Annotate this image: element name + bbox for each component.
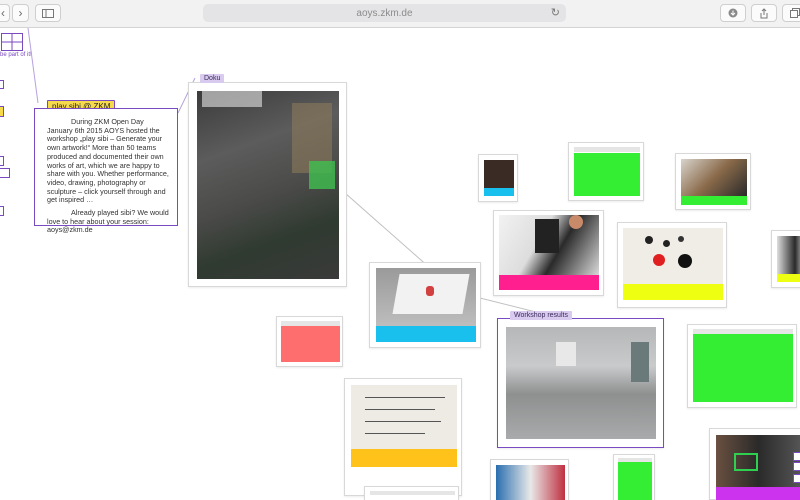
result-card[interactable] (568, 142, 644, 201)
sidebar-item[interactable] (0, 80, 4, 89)
sidebar-icon[interactable] (35, 4, 61, 22)
workshop-results-label: Workshop results (510, 311, 572, 320)
result-caption (574, 153, 640, 196)
sidebar-item[interactable] (0, 168, 10, 178)
result-card[interactable] (478, 154, 518, 202)
sidebar-item[interactable] (0, 156, 4, 166)
doku-card[interactable] (188, 82, 347, 287)
result-card[interactable] (675, 153, 751, 210)
tagline: be part of it! (0, 52, 32, 58)
result-caption (777, 274, 800, 282)
result-photo (376, 268, 476, 326)
result-card[interactable] (344, 378, 462, 496)
result-caption (716, 487, 800, 500)
forward-arrow-icon[interactable]: › (12, 4, 29, 22)
result-caption (376, 326, 476, 342)
sidebar-item[interactable] (0, 206, 4, 216)
edge-tag[interactable] (793, 462, 800, 471)
result-photo (623, 228, 723, 284)
download-icon[interactable] (720, 4, 746, 22)
result-card[interactable] (771, 230, 800, 288)
back-arrow-icon[interactable]: ‹ (0, 4, 10, 22)
result-caption (484, 188, 514, 196)
result-caption (499, 275, 599, 290)
result-caption (693, 334, 793, 402)
url-text: aoys.zkm.de (356, 7, 413, 19)
reload-icon[interactable]: ↻ (551, 6, 560, 19)
result-card[interactable] (687, 324, 797, 408)
doku-photo (197, 91, 339, 279)
result-caption (351, 449, 457, 467)
doku-label: Doku (200, 74, 225, 83)
result-photo (681, 159, 747, 196)
result-photo (496, 465, 565, 500)
address-bar[interactable]: aoys.zkm.de ↻ (203, 4, 566, 22)
result-card[interactable] (364, 486, 459, 500)
sidebar-item[interactable] (0, 106, 4, 117)
result-photo (499, 215, 599, 275)
result-photo (777, 236, 800, 274)
result-header (370, 491, 455, 495)
result-card[interactable] (369, 262, 481, 348)
result-caption (281, 326, 340, 362)
result-card[interactable] (709, 428, 800, 500)
browser-toolbar: ‹ › aoys.zkm.de ↻ (0, 0, 800, 28)
workshop-photo (506, 327, 656, 439)
result-card[interactable] (613, 454, 655, 500)
post-paragraph: Already played sibi? We would love to he… (47, 208, 169, 235)
tabs-icon[interactable] (782, 4, 800, 22)
result-photo (716, 435, 800, 487)
result-card[interactable] (493, 210, 604, 296)
result-photo (484, 160, 514, 188)
edge-tag[interactable] (793, 474, 800, 483)
workshop-results-card[interactable] (497, 318, 664, 448)
edge-tag[interactable] (793, 452, 800, 461)
board-canvas[interactable]: be part of it! play sibi @ ZKM During ZK… (0, 28, 800, 500)
result-caption (618, 462, 652, 500)
result-card[interactable] (276, 316, 343, 367)
post-textbox: During ZKM Open Day January 6th 2015 AOY… (34, 108, 178, 234)
result-caption (681, 196, 747, 205)
share-icon[interactable] (751, 4, 777, 22)
result-card[interactable] (617, 222, 727, 308)
result-header (574, 147, 640, 152)
aoys-logo[interactable] (1, 33, 23, 51)
result-photo (351, 385, 457, 449)
post-paragraph: During ZKM Open Day January 6th 2015 AOY… (47, 117, 169, 205)
result-card[interactable] (490, 459, 569, 500)
result-caption (623, 284, 723, 300)
